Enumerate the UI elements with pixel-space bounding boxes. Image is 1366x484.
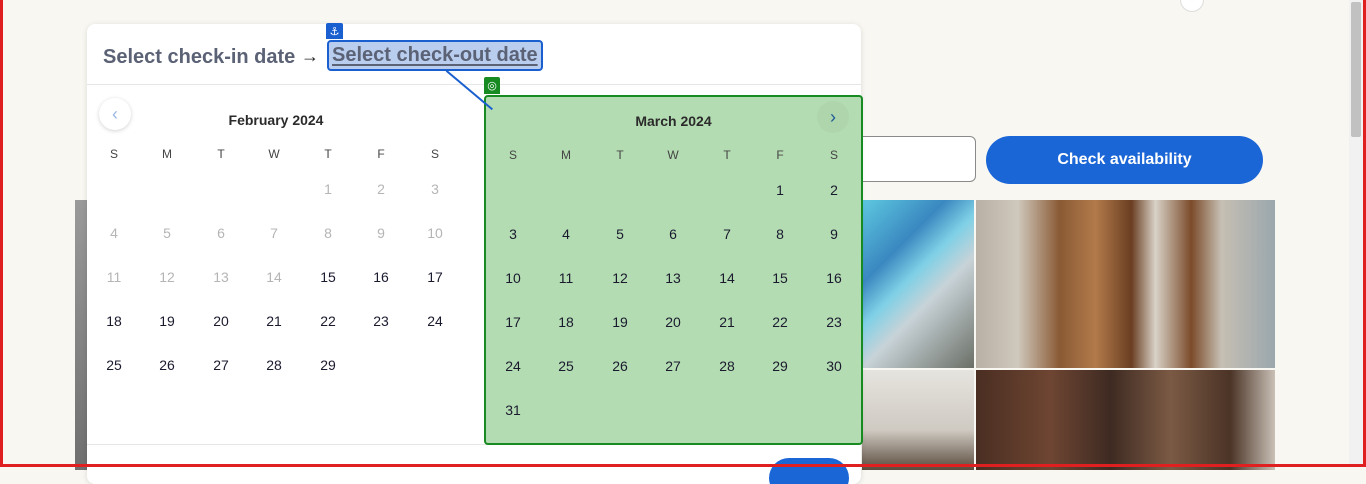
calendar-day[interactable]: 12 [605,270,635,286]
calendar-day[interactable]: 16 [366,269,396,285]
hotel-photo-entrance[interactable] [976,200,1275,368]
calendar-day[interactable]: 25 [99,357,129,373]
page-scrollbar[interactable] [1349,0,1363,467]
calendar-day[interactable]: 20 [206,313,236,329]
weekday-label: T [324,147,332,161]
calendar-day: 8 [324,225,332,241]
calendar-day: 7 [270,225,278,241]
weekday-label: S [829,148,838,162]
calendar-day[interactable]: 22 [313,313,343,329]
calendar-day[interactable]: 30 [819,358,849,374]
next-month-button[interactable]: › [817,101,849,133]
calendar-day: 4 [110,225,118,241]
calendar-day: 12 [159,269,175,285]
calendar-month-march: March 2024 › S M T W T F S 1 2 3 4 5 6 7 8 9 10 11 12 13 14 1… [484,95,863,445]
calendar-day[interactable]: 27 [206,357,236,373]
calendar-day[interactable]: 23 [819,314,849,330]
calendar-day[interactable]: 17 [420,269,450,285]
calendar-day[interactable]: 10 [498,270,528,286]
calendar-day: 1 [324,181,332,197]
calendar-day[interactable]: 22 [765,314,795,330]
calendar-day[interactable]: 26 [605,358,635,374]
hotel-photo-street[interactable] [862,200,974,368]
weekday-label: W [667,148,679,162]
hotel-photo-lounge[interactable] [976,370,1275,470]
date-picker-header: Select check-in date → Select check-out … [87,24,861,85]
weekday-label: T [217,147,225,161]
weekday-label: T [723,148,731,162]
check-availability-button[interactable]: Check availability [986,136,1263,184]
checkout-date-field[interactable]: Select check-out date [327,40,543,71]
weekday-label: S [430,147,439,161]
calendar-day[interactable]: 28 [259,357,289,373]
hotel-photo-room[interactable] [862,370,974,470]
target-icon: ◎ [484,77,500,94]
checkin-date-field[interactable]: Select check-in date [103,46,295,69]
calendar-day[interactable]: 18 [551,314,581,330]
weekday-label: F [776,148,784,162]
month-title: March 2024 [635,113,712,129]
calendar-day[interactable]: 29 [765,358,795,374]
weekday-label: S [508,148,517,162]
weekday-label: S [109,147,118,161]
calendar-day[interactable]: 9 [819,226,849,242]
calendar-day[interactable]: 29 [313,357,343,373]
calendar-day[interactable]: 15 [765,270,795,286]
calendar-day[interactable]: 18 [99,313,129,329]
calendar-day[interactable]: 31 [498,402,528,418]
calendar-day[interactable]: 7 [712,226,742,242]
calendar-day: 9 [377,225,385,241]
calendar-day[interactable]: 1 [765,182,795,198]
calendar-day[interactable]: 23 [366,313,396,329]
calendar-day[interactable]: 13 [658,270,688,286]
anchor-icon: ⚓ [326,23,343,39]
calendar-day: 5 [163,225,171,241]
calendar-day[interactable]: 11 [551,270,581,286]
scrollbar-thumb[interactable] [1351,2,1361,137]
calendar-day[interactable]: 6 [658,226,688,242]
weekday-label: T [616,148,624,162]
arrow-right-icon: → [301,46,319,66]
weekday-label: F [377,147,385,161]
calendar-day: 11 [106,269,122,285]
calendar-day[interactable]: 25 [551,358,581,374]
calendar-day[interactable]: 17 [498,314,528,330]
calendar-day[interactable]: 19 [152,313,182,329]
calendar-day: 10 [427,225,443,241]
calendar-day[interactable]: 5 [605,226,635,242]
calendar-day[interactable]: 24 [498,358,528,374]
calendar-day[interactable]: 15 [313,269,343,285]
weekday-label: W [268,147,280,161]
chevron-right-icon: › [830,106,836,127]
calendar-day[interactable]: 8 [765,226,795,242]
calendar-day[interactable]: 20 [658,314,688,330]
calendar-day[interactable]: 2 [819,182,849,198]
weekday-label: M [162,147,172,161]
calendar-day[interactable]: 21 [712,314,742,330]
top-icon[interactable] [1180,0,1204,12]
month-title: February 2024 [228,112,324,128]
calendar-day: 14 [266,269,282,285]
calendar-day[interactable]: 26 [152,357,182,373]
calendar-day[interactable]: 16 [819,270,849,286]
calendar-day[interactable]: 27 [658,358,688,374]
calendar-day[interactable]: 19 [605,314,635,330]
calendar-day: 3 [431,181,439,197]
calendar-day[interactable]: 24 [420,313,450,329]
calendar-day: 13 [213,269,229,285]
calendar-day[interactable]: 21 [259,313,289,329]
calendar-day[interactable]: 28 [712,358,742,374]
calendar-day[interactable]: 3 [498,226,528,242]
calendar-day: 6 [217,225,225,241]
weekday-label: M [561,148,571,162]
calendar-day[interactable]: 14 [712,270,742,286]
footer-action-button[interactable] [769,458,849,484]
calendar-day: 2 [377,181,385,197]
calendar-day[interactable]: 4 [551,226,581,242]
